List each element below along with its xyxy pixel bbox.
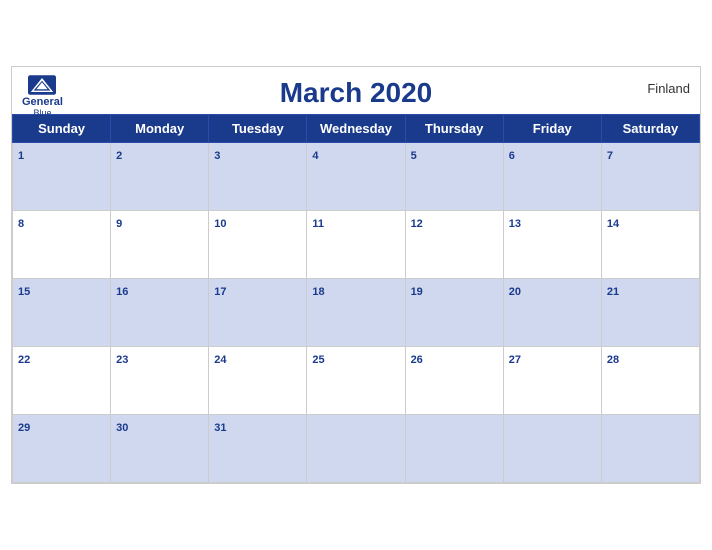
day-cell-18: 18 xyxy=(307,279,405,347)
empty-cell xyxy=(503,415,601,483)
day-number-15: 15 xyxy=(18,286,30,298)
header-friday: Friday xyxy=(503,115,601,143)
day-cell-2: 2 xyxy=(111,143,209,211)
day-number-16: 16 xyxy=(116,286,128,298)
day-cell-12: 12 xyxy=(405,211,503,279)
brand-logo: General Blue xyxy=(22,75,63,118)
day-number-6: 6 xyxy=(509,150,515,162)
day-number-17: 17 xyxy=(214,286,226,298)
header-saturday: Saturday xyxy=(601,115,699,143)
header-wednesday: Wednesday xyxy=(307,115,405,143)
empty-cell xyxy=(601,415,699,483)
day-number-31: 31 xyxy=(214,422,226,434)
day-number-10: 10 xyxy=(214,218,226,230)
day-number-11: 11 xyxy=(312,218,324,230)
day-number-22: 22 xyxy=(18,354,30,366)
day-cell-26: 26 xyxy=(405,347,503,415)
day-number-18: 18 xyxy=(312,286,324,298)
country-label: Finland xyxy=(647,81,690,96)
day-number-20: 20 xyxy=(509,286,521,298)
day-cell-28: 28 xyxy=(601,347,699,415)
day-cell-5: 5 xyxy=(405,143,503,211)
day-cell-11: 11 xyxy=(307,211,405,279)
week-row-4: 22 23 24 25 26 27 28 xyxy=(13,347,700,415)
week-row-2: 8 9 10 11 12 13 14 xyxy=(13,211,700,279)
day-cell-10: 10 xyxy=(209,211,307,279)
day-cell-9: 9 xyxy=(111,211,209,279)
day-number-19: 19 xyxy=(411,286,423,298)
week-row-1: 1 2 3 4 5 6 7 xyxy=(13,143,700,211)
day-cell-3: 3 xyxy=(209,143,307,211)
day-cell-27: 27 xyxy=(503,347,601,415)
day-cell-24: 24 xyxy=(209,347,307,415)
day-number-23: 23 xyxy=(116,354,128,366)
day-number-27: 27 xyxy=(509,354,521,366)
week-row-5: 29 30 31 xyxy=(13,415,700,483)
day-number-29: 29 xyxy=(18,422,30,434)
day-cell-4: 4 xyxy=(307,143,405,211)
brand-name-blue: Blue xyxy=(33,108,51,118)
calendar: General Blue March 2020 Finland Sunday M… xyxy=(11,66,701,484)
header-thursday: Thursday xyxy=(405,115,503,143)
day-cell-23: 23 xyxy=(111,347,209,415)
day-cell-15: 15 xyxy=(13,279,111,347)
day-number-26: 26 xyxy=(411,354,423,366)
week-row-3: 15 16 17 18 19 20 21 xyxy=(13,279,700,347)
calendar-header: General Blue March 2020 Finland xyxy=(12,67,700,114)
day-cell-31: 31 xyxy=(209,415,307,483)
calendar-title: March 2020 xyxy=(32,77,680,109)
day-cell-7: 7 xyxy=(601,143,699,211)
day-cell-25: 25 xyxy=(307,347,405,415)
empty-cell xyxy=(405,415,503,483)
day-number-1: 1 xyxy=(18,150,24,162)
day-number-9: 9 xyxy=(116,218,122,230)
day-cell-19: 19 xyxy=(405,279,503,347)
day-number-7: 7 xyxy=(607,150,613,162)
day-number-21: 21 xyxy=(607,286,619,298)
day-cell-22: 22 xyxy=(13,347,111,415)
empty-cell xyxy=(307,415,405,483)
day-cell-29: 29 xyxy=(13,415,111,483)
header-tuesday: Tuesday xyxy=(209,115,307,143)
day-number-25: 25 xyxy=(312,354,324,366)
day-number-5: 5 xyxy=(411,150,417,162)
day-cell-20: 20 xyxy=(503,279,601,347)
day-cell-13: 13 xyxy=(503,211,601,279)
day-number-13: 13 xyxy=(509,218,521,230)
brand-name-general: General xyxy=(22,97,63,108)
day-number-24: 24 xyxy=(214,354,226,366)
day-number-4: 4 xyxy=(312,150,318,162)
day-cell-8: 8 xyxy=(13,211,111,279)
day-cell-14: 14 xyxy=(601,211,699,279)
day-number-12: 12 xyxy=(411,218,423,230)
header-monday: Monday xyxy=(111,115,209,143)
day-number-3: 3 xyxy=(214,150,220,162)
day-cell-6: 6 xyxy=(503,143,601,211)
day-cell-30: 30 xyxy=(111,415,209,483)
day-cell-16: 16 xyxy=(111,279,209,347)
day-number-8: 8 xyxy=(18,218,24,230)
day-cell-1: 1 xyxy=(13,143,111,211)
day-number-28: 28 xyxy=(607,354,619,366)
logo-icon xyxy=(28,75,56,95)
day-cell-17: 17 xyxy=(209,279,307,347)
day-number-30: 30 xyxy=(116,422,128,434)
header-sunday: Sunday xyxy=(13,115,111,143)
calendar-table: Sunday Monday Tuesday Wednesday Thursday… xyxy=(12,114,700,483)
day-number-14: 14 xyxy=(607,218,619,230)
day-number-2: 2 xyxy=(116,150,122,162)
day-cell-21: 21 xyxy=(601,279,699,347)
weekday-header-row: Sunday Monday Tuesday Wednesday Thursday… xyxy=(13,115,700,143)
